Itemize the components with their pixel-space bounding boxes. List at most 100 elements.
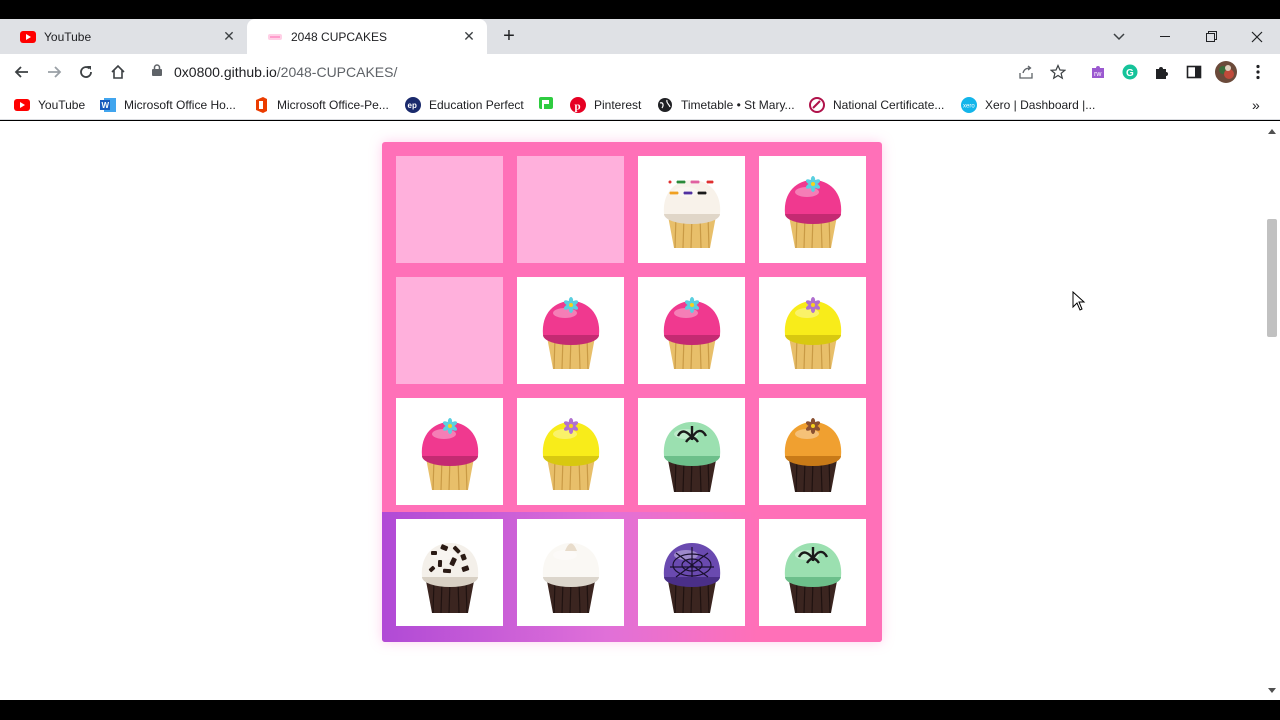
grammarly-icon[interactable]: G	[1118, 60, 1142, 84]
svg-text:G: G	[1126, 68, 1134, 79]
bookmark-office-home[interactable]: W Microsoft Office Ho...	[100, 96, 236, 114]
svg-text:p: p	[575, 101, 581, 113]
cupcake-yellow-flower-icon	[542, 417, 599, 490]
scrollbar-thumb[interactable]	[1267, 219, 1277, 337]
pinterest-icon: p	[570, 97, 586, 113]
page-scrollbar[interactable]	[1264, 121, 1280, 700]
extensions-puzzle-icon[interactable]	[1150, 60, 1174, 84]
tile-pink-flower	[638, 277, 745, 384]
xero-icon: xero	[961, 97, 977, 113]
tab-2048-cupcakes[interactable]: 2048 CUPCAKES ✕	[247, 19, 487, 54]
cupcake-mint-chocolate-icon	[784, 542, 841, 613]
forward-arrow-icon[interactable]	[42, 60, 66, 84]
cupcake-orange-chocolate-icon	[784, 417, 841, 492]
tile-cookies-cream	[396, 519, 503, 626]
bookmarks-bar: YouTube W Microsoft Office Ho... Microso…	[0, 90, 1280, 120]
tile-pink-flower	[396, 398, 503, 505]
cupcake-yellow-flower-icon	[784, 296, 841, 369]
svg-text:rw: rw	[1094, 71, 1102, 78]
home-icon[interactable]	[106, 60, 130, 84]
tab-search-chevron-icon[interactable]	[1096, 19, 1142, 54]
more-bookmarks-button[interactable]: »	[1252, 96, 1260, 114]
page-content	[0, 121, 1280, 700]
tab-title: YouTube	[44, 29, 92, 44]
bookmark-label: Education Perfect	[429, 98, 524, 112]
cupcake-pink-flower-icon	[421, 417, 478, 490]
share-icon[interactable]	[1014, 60, 1038, 84]
address-bar[interactable]: 0x0800.github.io/2048-CUPCAKES/	[140, 57, 1010, 87]
tile-mint-chocolate	[638, 398, 745, 505]
youtube-icon	[14, 97, 30, 113]
green-flag-icon	[538, 97, 554, 113]
new-tab-button[interactable]: +	[498, 19, 520, 54]
profile-avatar[interactable]	[1214, 60, 1238, 84]
bookmark-star-icon[interactable]	[1046, 60, 1070, 84]
tile-orange-chocolate	[759, 398, 866, 505]
bookmark-xero[interactable]: xero Xero | Dashboard |...	[961, 96, 1095, 114]
url-text: 0x0800.github.io/2048-CUPCAKES/	[174, 64, 397, 80]
nzqa-icon	[809, 97, 825, 113]
svg-text:xero: xero	[963, 104, 975, 110]
url-host: 0x0800.github.io	[174, 64, 277, 80]
globe-icon	[657, 97, 673, 113]
screen: YouTube ✕ 2048 CUPCAKES ✕ + 0x0800.githu…	[0, 0, 1280, 720]
cupcake-sprinkle-white-icon	[663, 179, 720, 248]
bookmark-ncea[interactable]: National Certificate...	[809, 96, 944, 114]
tile-sprinkle-white	[638, 156, 745, 263]
tile-white-swirl-chocolate	[517, 519, 624, 626]
bookmark-label: YouTube	[38, 98, 86, 112]
bookmark-label: Microsoft Office-Pe...	[277, 98, 389, 112]
word-icon: W	[100, 97, 116, 113]
bookmark-label: National Certificate...	[833, 98, 945, 112]
cupcake-mint-chocolate-icon	[663, 421, 720, 492]
bookmark-office-personal[interactable]: Microsoft Office-Pe...	[253, 96, 389, 114]
tile-yellow-flower	[759, 277, 866, 384]
reload-icon[interactable]	[74, 60, 98, 84]
bookmark-education-perfect[interactable]: ep Education Perfect	[405, 96, 524, 114]
bookmark-label: Pinterest	[594, 98, 642, 112]
tile-empty	[396, 156, 503, 263]
office-icon	[253, 97, 269, 113]
bookmark-label: Microsoft Office Ho...	[124, 98, 236, 112]
game-board[interactable]	[382, 142, 882, 642]
cupcake-white-swirl-chocolate-icon	[542, 542, 599, 613]
minimize-icon[interactable]	[1142, 19, 1188, 54]
close-icon[interactable]: ✕	[221, 28, 237, 45]
tile-mint-chocolate	[759, 519, 866, 626]
svg-text:W: W	[102, 101, 110, 110]
youtube-icon	[20, 29, 36, 45]
bookmark-pinterest[interactable]: p Pinterest	[570, 96, 641, 114]
bookmark-label: Timetable • St Mary...	[681, 98, 795, 112]
bookmark-label: Xero | Dashboard |...	[985, 98, 1096, 112]
tile-pink-flower	[759, 156, 866, 263]
close-icon[interactable]: ✕	[461, 28, 477, 45]
cupcake-pink-flower-icon	[663, 296, 720, 369]
toolbar: 0x0800.github.io/2048-CUPCAKES/ rw G	[0, 54, 1280, 90]
lock-icon	[152, 63, 164, 81]
mouse-cursor-icon	[1072, 291, 1086, 311]
tile-empty	[517, 156, 624, 263]
bookmark-green-flag[interactable]	[538, 96, 562, 114]
tab-strip: YouTube ✕ 2048 CUPCAKES ✕ +	[0, 19, 1280, 54]
tile-pink-flower	[517, 277, 624, 384]
scroll-down-arrow-icon[interactable]	[1268, 688, 1276, 694]
extension-rw-icon[interactable]: rw	[1086, 60, 1110, 84]
cupcake-purple-web-chocolate-icon	[663, 542, 720, 613]
tile-purple-web-chocolate	[638, 519, 745, 626]
cupcakes-favicon	[267, 29, 283, 45]
bookmark-youtube[interactable]: YouTube	[14, 96, 85, 114]
window-close-icon[interactable]	[1234, 19, 1280, 54]
svg-text:ep: ep	[408, 101, 417, 110]
cupcake-cookies-cream-icon	[421, 542, 478, 613]
restore-icon[interactable]	[1188, 19, 1234, 54]
back-arrow-icon[interactable]	[10, 60, 34, 84]
url-path: /2048-CUPCAKES/	[276, 64, 398, 80]
menu-kebab-icon[interactable]	[1246, 60, 1270, 84]
tab-youtube[interactable]: YouTube ✕	[0, 19, 247, 54]
side-panel-icon[interactable]	[1182, 60, 1206, 84]
tile-yellow-flower	[517, 398, 624, 505]
cupcake-pink-flower-icon	[784, 175, 841, 248]
tile-empty-faint	[396, 277, 503, 384]
bookmark-timetable[interactable]: Timetable • St Mary...	[657, 96, 795, 114]
scroll-up-arrow-icon[interactable]	[1268, 128, 1276, 134]
